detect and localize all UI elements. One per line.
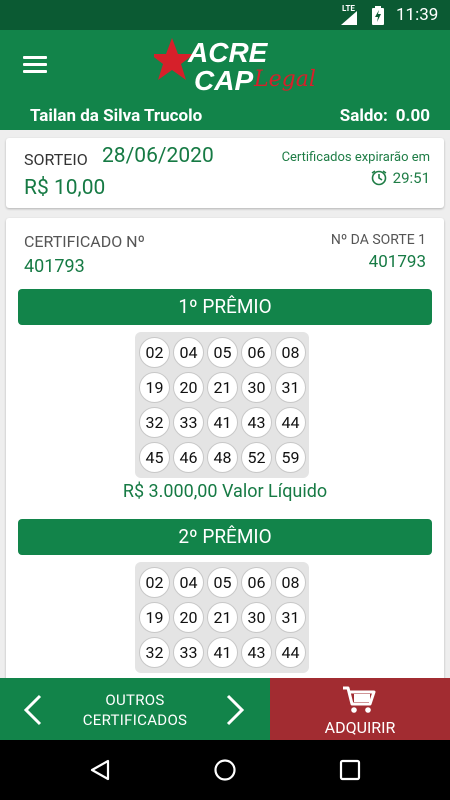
svg-text:CAP: CAP xyxy=(194,65,253,96)
acrecap-logo: ACRE CAP Legal xyxy=(154,37,316,96)
number-ball: 32 xyxy=(139,407,170,438)
clock-icon xyxy=(371,170,387,186)
balance-label: Saldo: xyxy=(339,106,388,126)
certificate-card: CERTIFICADO Nº 401793 Nº DA SORTE 1 4017… xyxy=(6,218,444,688)
other-certificates-panel: OUTROS CERTIFICADOS xyxy=(0,678,270,740)
other-certificates-line2: CERTIFICADOS xyxy=(82,711,188,729)
cart-icon xyxy=(343,686,376,713)
battery-charging-icon xyxy=(372,6,384,25)
number-ball: 52 xyxy=(241,442,272,473)
bottom-nav: OUTROS CERTIFICADOS ADQUIRIR xyxy=(0,678,450,740)
clock-time: 11:39 xyxy=(396,5,439,25)
number-ball: 43 xyxy=(241,407,272,438)
back-icon[interactable] xyxy=(88,758,112,782)
number-ball: 30 xyxy=(241,602,272,633)
number-ball: 21 xyxy=(207,602,238,633)
buy-button[interactable]: ADQUIRIR xyxy=(270,678,450,740)
number-ball: 20 xyxy=(173,602,204,633)
number-ball: 08 xyxy=(275,567,306,598)
number-ball: 08 xyxy=(275,337,306,368)
number-ball: 02 xyxy=(139,337,170,368)
number-ball: 19 xyxy=(139,372,170,403)
number-ball: 44 xyxy=(275,407,306,438)
number-ball: 20 xyxy=(173,372,204,403)
number-ball: 04 xyxy=(173,337,204,368)
certificate-label: CERTIFICADO Nº xyxy=(24,232,145,251)
luck-number-label: Nº DA SORTE 1 xyxy=(330,232,426,248)
system-nav-bar xyxy=(0,740,450,800)
number-ball: 41 xyxy=(207,407,238,438)
number-ball: 33 xyxy=(173,637,204,668)
app-bar: ACRE CAP Legal Tailan da Silva Trucolo S… xyxy=(0,30,450,130)
number-ball: 59 xyxy=(275,442,306,473)
certificate-number: 401793 xyxy=(24,256,85,277)
prize-2-number-grid: 02 04 05 06 08 19 20 21 30 31 32 33 41 4… xyxy=(135,562,309,673)
signal-icon xyxy=(341,11,357,25)
draw-price: R$ 10,00 xyxy=(24,176,106,200)
number-ball: 45 xyxy=(139,442,170,473)
prize-1-header: 1º PRÊMIO xyxy=(18,289,432,325)
draw-date: 28/06/2020 xyxy=(102,144,214,168)
number-ball: 33 xyxy=(173,407,204,438)
number-ball: 31 xyxy=(275,372,306,403)
buy-label: ADQUIRIR xyxy=(324,718,396,737)
number-ball: 48 xyxy=(207,442,238,473)
status-bar: LTE 11:39 xyxy=(0,0,450,30)
draw-card: SORTEIO 28/06/2020 R$ 10,00 Certificados… xyxy=(6,138,444,208)
balance-value: 0.00 xyxy=(395,106,430,126)
svg-text:ACRE: ACRE xyxy=(187,37,269,68)
draw-label: SORTEIO xyxy=(24,150,88,169)
number-ball: 41 xyxy=(207,637,238,668)
number-ball: 30 xyxy=(241,372,272,403)
prize-1-value: R$ 3.000,00 Valor Líquido xyxy=(122,481,328,502)
menu-icon[interactable] xyxy=(23,56,47,74)
number-ball: 44 xyxy=(275,637,306,668)
luck-number: 401793 xyxy=(368,252,426,272)
svg-text:Legal: Legal xyxy=(253,67,316,92)
balance: Saldo: 0.00 xyxy=(340,106,430,126)
number-ball: 43 xyxy=(241,637,272,668)
recents-icon[interactable] xyxy=(338,758,362,782)
prize-1-number-grid: 02 04 05 06 08 19 20 21 30 31 32 33 41 4… xyxy=(135,332,309,478)
number-ball: 19 xyxy=(139,602,170,633)
user-name: Tailan da Silva Trucolo xyxy=(30,106,203,126)
home-icon[interactable] xyxy=(213,758,237,782)
number-ball: 06 xyxy=(241,337,272,368)
expire-timer: 29:51 xyxy=(371,169,430,187)
other-certificates-line1: OUTROS xyxy=(105,691,165,709)
prize-2-header: 2º PRÊMIO xyxy=(18,519,432,555)
expire-text: Certificados expirarão em xyxy=(281,150,430,165)
number-ball: 05 xyxy=(207,567,238,598)
chevron-left-icon[interactable] xyxy=(22,694,42,726)
number-ball: 05 xyxy=(207,337,238,368)
other-certificates-button[interactable]: OUTROS CERTIFICADOS xyxy=(60,690,210,730)
number-ball: 32 xyxy=(139,637,170,668)
number-ball: 31 xyxy=(275,602,306,633)
number-ball: 06 xyxy=(241,567,272,598)
number-ball: 21 xyxy=(207,372,238,403)
timer-value: 29:51 xyxy=(392,169,430,187)
number-ball: 04 xyxy=(173,567,204,598)
chevron-right-icon[interactable] xyxy=(226,694,246,726)
number-ball: 02 xyxy=(139,567,170,598)
number-ball: 46 xyxy=(173,442,204,473)
